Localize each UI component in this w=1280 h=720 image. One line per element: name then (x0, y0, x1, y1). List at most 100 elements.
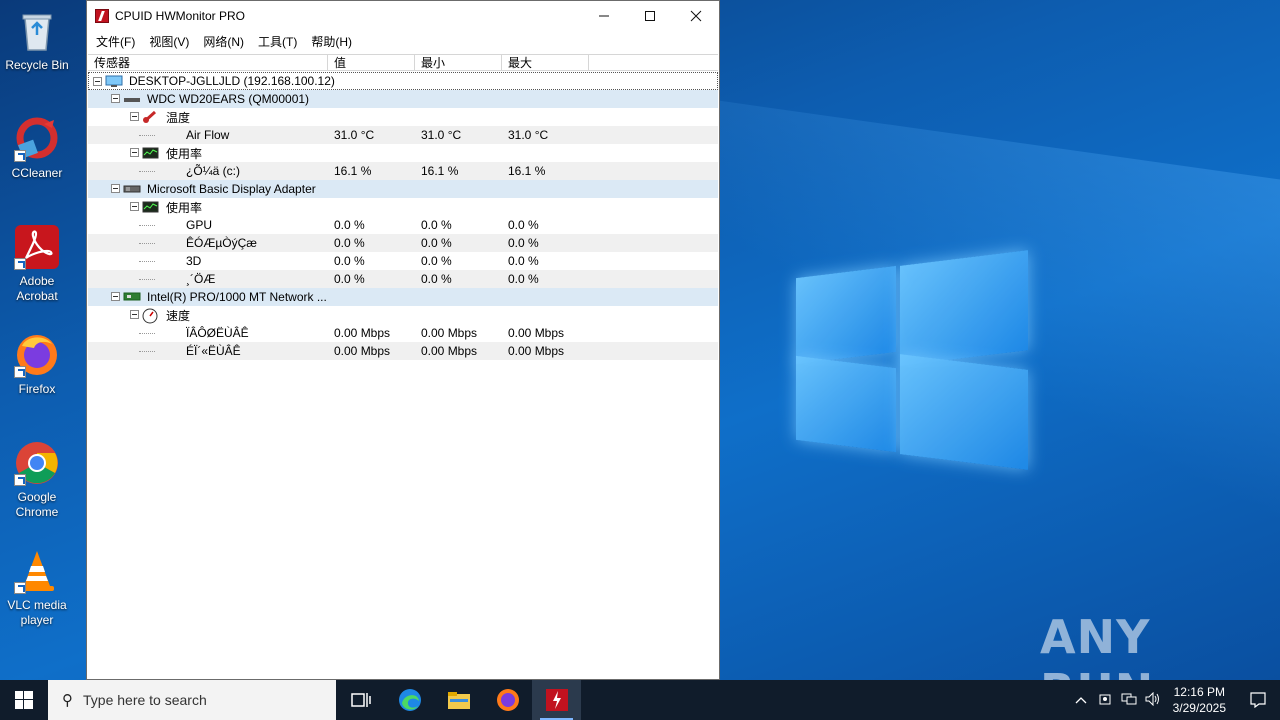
sensor-label: ÏÂÔØËÙÂÊ (186, 326, 249, 340)
tree-connector (139, 225, 155, 226)
desktop-icon-firefox[interactable]: Firefox (0, 332, 74, 397)
desktop-icon-adobe-acrobat[interactable]: Adobe Acrobat (0, 224, 74, 304)
sensor-tree: DESKTOP-JGLLJLD (192.168.100.12) WDC WD20… (88, 72, 718, 360)
collapse-toggle-icon[interactable] (130, 112, 139, 121)
network-tray-button[interactable] (1117, 692, 1141, 709)
group-row[interactable]: 速度 (88, 306, 718, 324)
collapse-toggle-icon[interactable] (130, 310, 139, 319)
sensor-min: 0.0 % (421, 272, 452, 286)
sensor-row[interactable]: ¿Õ¼ä (c:) 16.1 % 16.1 % 16.1 % (88, 162, 718, 180)
sensor-label: ÉÏ´«ËÙÂÊ (186, 344, 241, 358)
host-row[interactable]: DESKTOP-JGLLJLD (192.168.100.12) (88, 72, 718, 90)
collapse-toggle-icon[interactable] (130, 202, 139, 211)
computer-icon (105, 75, 123, 88)
collapse-toggle-icon[interactable] (111, 184, 120, 193)
maximize-icon (645, 11, 655, 21)
title-bar[interactable]: CPUID HWMonitor PRO (87, 1, 719, 31)
collapse-toggle-icon[interactable] (93, 77, 102, 86)
taskbar-edge[interactable] (385, 680, 434, 720)
shortcut-arrow-icon (14, 582, 26, 594)
device-row[interactable]: WDC WD20EARS (QM00001) (88, 90, 718, 108)
desktop-icon-label: Google Chrome (15, 490, 59, 519)
menu-view[interactable]: 视图(V) (142, 33, 196, 50)
tree-connector (139, 243, 155, 244)
menu-help[interactable]: 帮助(H) (304, 33, 359, 50)
menu-file[interactable]: 文件(F) (89, 33, 142, 50)
usage-chart-icon (142, 200, 159, 213)
group-row[interactable]: 使用率 (88, 144, 718, 162)
hwmonitor-window: CPUID HWMonitor PRO 文件(F) 视图(V) 网络(N) 工具… (86, 0, 720, 680)
ccleaner-icon (14, 116, 60, 162)
tray-app-icon[interactable] (1093, 692, 1117, 709)
tree-connector (139, 333, 155, 334)
device-row[interactable]: Microsoft Basic Display Adapter (88, 180, 718, 198)
minimize-icon (599, 15, 609, 17)
sensor-row[interactable]: ÉÏ´«ËÙÂÊ 0.00 Mbps 0.00 Mbps 0.00 Mbps (88, 342, 718, 360)
collapse-toggle-icon[interactable] (111, 292, 120, 301)
device-row[interactable]: Intel(R) PRO/1000 MT Network ... (88, 288, 718, 306)
sensor-label: Air Flow (186, 128, 230, 142)
sensor-value: 31.0 °C (334, 128, 375, 142)
tree-connector (139, 261, 155, 262)
taskbar-clock[interactable]: 12:16 PM 3/29/2025 (1173, 684, 1226, 716)
sensor-value: 0.0 % (334, 254, 365, 268)
task-view-button[interactable] (336, 680, 385, 720)
network-card-icon (123, 290, 141, 303)
desktop-icon-ccleaner[interactable]: CCleaner (0, 116, 74, 181)
hard-drive-icon (123, 92, 140, 105)
sensor-row[interactable]: ¸´ÖÆ 0.0 % 0.0 % 0.0 % (88, 270, 718, 288)
sensor-max: 0.0 % (508, 272, 539, 286)
column-value[interactable]: 值 (328, 55, 415, 70)
sensor-label: Intel(R) PRO/1000 MT Network ... (147, 290, 327, 304)
sensor-row[interactable]: 3D 0.0 % 0.0 % 0.0 % (88, 252, 718, 270)
sensor-max: 0.0 % (508, 254, 539, 268)
search-icon: ⚲ (62, 692, 73, 709)
desktop-icon-label: VLC media player (7, 598, 67, 627)
sensor-label: ÊÓÆµÒýÇæ (186, 236, 257, 250)
sensor-min: 0.00 Mbps (421, 344, 478, 358)
firefox-icon (14, 332, 60, 378)
desktop-icon-google-chrome[interactable]: Google Chrome (0, 440, 74, 520)
volume-tray-button[interactable] (1141, 691, 1165, 709)
close-icon (690, 10, 702, 22)
column-min[interactable]: 最小 (415, 55, 502, 70)
sensor-row[interactable]: GPU 0.0 % 0.0 % 0.0 % (88, 216, 718, 234)
sensor-label: ¸´ÖÆ (186, 272, 216, 286)
sensor-value: 0.0 % (334, 272, 365, 286)
close-button[interactable] (673, 1, 719, 31)
speedometer-icon (142, 308, 158, 324)
file-explorer-icon (447, 692, 470, 709)
group-row[interactable]: 温度 (88, 108, 718, 126)
sensor-row[interactable]: ÏÂÔØËÙÂÊ 0.00 Mbps 0.00 Mbps 0.00 Mbps (88, 324, 718, 342)
desktop-icon-vlc[interactable]: VLC media player (0, 548, 74, 628)
taskbar-search-box[interactable]: ⚲ Type here to search (48, 680, 336, 720)
sensor-label: 使用率 (166, 146, 203, 161)
clock-time: 12:16 PM (1173, 685, 1225, 699)
sensor-max: 0.0 % (508, 218, 539, 232)
collapse-toggle-icon[interactable] (130, 148, 139, 157)
menu-bar: 文件(F) 视图(V) 网络(N) 工具(T) 帮助(H) (87, 31, 719, 51)
desktop-icon-label: CCleaner (11, 166, 63, 180)
tree-connector (139, 351, 155, 352)
desktop-icon-recycle-bin[interactable]: Recycle Bin (0, 8, 74, 73)
sensor-row[interactable]: Air Flow 31.0 °C 31.0 °C 31.0 °C (88, 126, 718, 144)
column-max[interactable]: 最大 (502, 55, 589, 70)
taskbar: ⚲ Type here to search 12:16 PM 3/29/2025 (0, 680, 1280, 720)
menu-network[interactable]: 网络(N) (196, 33, 251, 50)
group-row[interactable]: 使用率 (88, 198, 718, 216)
sensor-min: 0.00 Mbps (421, 326, 478, 340)
taskbar-file-explorer[interactable] (434, 680, 483, 720)
collapse-toggle-icon[interactable] (111, 94, 120, 103)
taskbar-hwmonitor[interactable] (532, 680, 581, 720)
start-button[interactable] (0, 680, 48, 720)
maximize-button[interactable] (627, 1, 673, 31)
menu-tools[interactable]: 工具(T) (251, 33, 304, 50)
tree-connector (139, 171, 155, 172)
show-hidden-icons-button[interactable] (1069, 693, 1093, 707)
minimize-button[interactable] (581, 1, 627, 31)
column-sensor[interactable]: 传感器 (88, 55, 328, 70)
sensor-label: 使用率 (166, 200, 203, 215)
action-center-button[interactable] (1236, 692, 1280, 708)
sensor-row[interactable]: ÊÓÆµÒýÇæ 0.0 % 0.0 % 0.0 % (88, 234, 718, 252)
taskbar-firefox[interactable] (483, 680, 532, 720)
